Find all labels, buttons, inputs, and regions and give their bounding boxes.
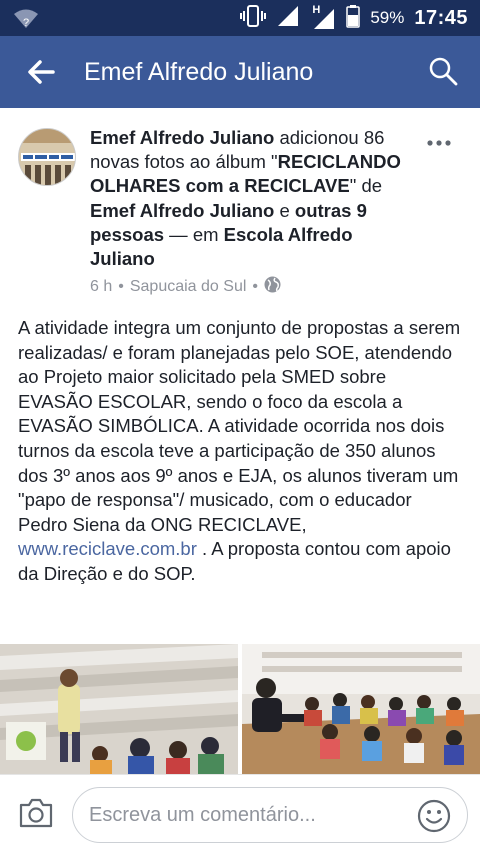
album-owner-link[interactable]: Emef Alfredo Juliano <box>90 200 274 221</box>
headline-at: — em <box>164 223 224 245</box>
photo-thumbnail[interactable] <box>0 644 238 774</box>
svg-text:?: ? <box>23 17 29 29</box>
emoji-icon[interactable] <box>417 799 451 833</box>
comment-input[interactable]: Escreva um comentário... <box>72 787 468 843</box>
signal-h-icon: H <box>310 4 336 30</box>
clock: 17:45 <box>414 6 468 29</box>
page-title: Emef Alfredo Juliano <box>84 58 314 86</box>
comment-placeholder: Escreva um comentário... <box>89 804 316 826</box>
headline-by: " de <box>349 175 383 197</box>
wifi-question-icon: ? <box>12 8 40 35</box>
photo-grid <box>0 644 480 774</box>
photo-thumbnail[interactable] <box>242 644 480 774</box>
battery-percentage: 59% <box>370 8 405 27</box>
back-arrow-icon[interactable] <box>26 58 56 86</box>
post-meta: 6 h • Sapucaia do Sul • <box>90 276 281 298</box>
comment-bar: Escreva um comentário... <box>0 774 480 854</box>
signal-icon <box>276 5 300 32</box>
more-options-icon[interactable] <box>426 134 452 146</box>
vibrate-icon <box>240 4 267 33</box>
app-bar: Emef Alfredo Juliano <box>0 36 480 108</box>
network-type: H <box>312 4 321 16</box>
post-text: A atividade integra um conjunto de propo… <box>18 317 461 535</box>
status-bar: ? H 59% 17:45 <box>0 0 480 36</box>
search-icon[interactable] <box>428 56 458 86</box>
globe-icon <box>264 276 281 298</box>
headline-and: e <box>274 199 295 221</box>
post-link[interactable]: www.reciclave.com.br <box>18 538 197 559</box>
meta-separator: • <box>252 278 258 295</box>
avatar[interactable] <box>18 128 76 186</box>
post-headline: Emef Alfredo Juliano adicionou 86 novas … <box>90 126 420 271</box>
meta-separator: • <box>118 278 124 295</box>
camera-icon[interactable] <box>18 797 54 829</box>
post-time[interactable]: 6 h <box>90 278 112 296</box>
post-body: A atividade integra um conjunto de propo… <box>18 316 464 587</box>
battery-icon <box>346 4 361 33</box>
post-location[interactable]: Sapucaia do Sul <box>130 278 247 296</box>
author-link[interactable]: Emef Alfredo Juliano <box>90 127 274 148</box>
